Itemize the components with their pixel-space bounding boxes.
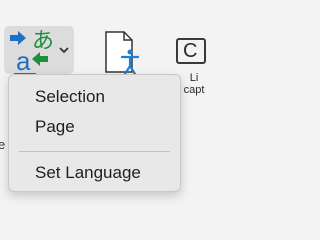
menu-item-set-language[interactable]: Set Language: [9, 159, 180, 187]
menu-item-selection[interactable]: Selection: [9, 83, 180, 111]
left-edge-text: e: [0, 137, 6, 152]
check-accessibility-button[interactable]: [102, 30, 150, 80]
menu-divider: [19, 151, 170, 152]
caption-icon[interactable]: C: [176, 38, 206, 64]
menu-item-page[interactable]: Page: [9, 113, 180, 141]
chevron-down-icon[interactable]: [4, 26, 74, 74]
translate-button[interactable]: a あ: [4, 26, 74, 74]
translate-dropdown-menu: Selection Page Set Language: [8, 74, 181, 192]
ribbon-toolbar: a あ C Li capt e Selection Page Set Langu…: [0, 0, 206, 211]
accessibility-document-icon: [105, 31, 140, 76]
